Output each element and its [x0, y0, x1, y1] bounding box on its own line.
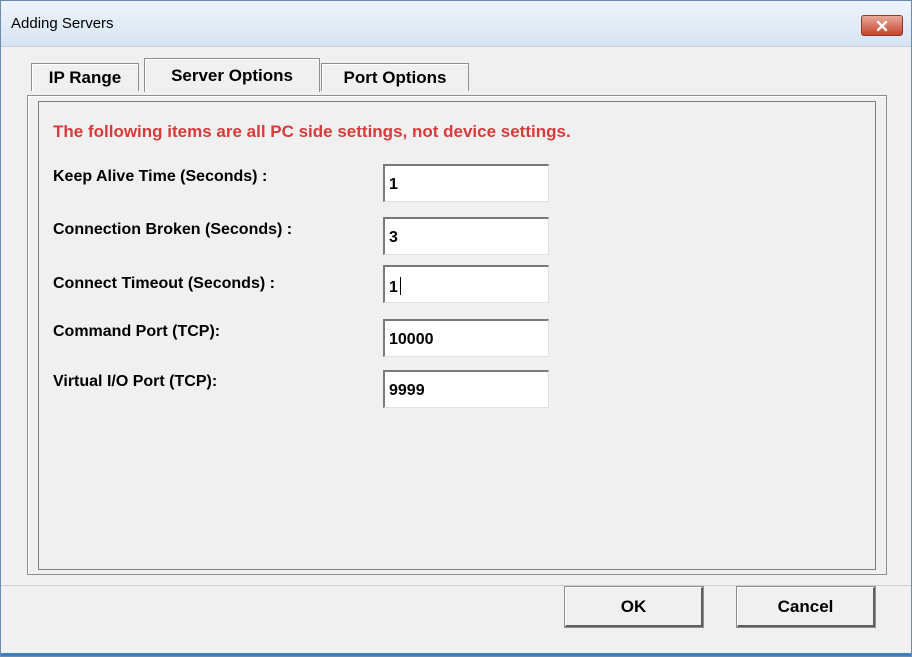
connect-timeout-label: Connect Timeout (Seconds) :: [53, 275, 275, 292]
virtual-io-port-input[interactable]: 9999: [383, 370, 549, 408]
cancel-button[interactable]: Cancel: [736, 586, 876, 628]
command-port-input[interactable]: 10000: [383, 319, 549, 357]
field-value: 3: [389, 229, 398, 246]
keep-alive-label: Keep Alive Time (Seconds) :: [53, 168, 268, 185]
pc-side-notice: The following items are all PC side sett…: [53, 122, 571, 141]
adding-servers-dialog: Adding Servers IP Range Server Options P…: [0, 0, 912, 657]
connect-timeout-input[interactable]: 1: [383, 265, 549, 303]
field-value: 9999: [389, 382, 425, 399]
close-icon: [875, 20, 889, 32]
ok-button[interactable]: OK: [564, 586, 704, 628]
ok-label: OK: [620, 596, 647, 616]
text-caret: [399, 277, 401, 295]
connection-broken-input[interactable]: 3: [383, 217, 549, 255]
tab-label: IP Range: [48, 67, 122, 87]
button-separator: [1, 585, 911, 586]
tab-ip-range[interactable]: IP Range: [31, 63, 139, 91]
keep-alive-input[interactable]: 1: [383, 164, 549, 202]
tab-server-options[interactable]: Server Options: [144, 58, 320, 92]
tab-port-options[interactable]: Port Options: [321, 63, 469, 91]
cancel-label: Cancel: [777, 596, 834, 616]
field-value: 1: [389, 176, 398, 193]
virtual-io-port-label: Virtual I/O Port (TCP):: [53, 373, 218, 390]
field-value: 1: [389, 279, 398, 296]
command-port-label: Command Port (TCP):: [53, 323, 221, 340]
title-bar: Adding Servers: [1, 1, 911, 47]
connection-broken-label: Connection Broken (Seconds) :: [53, 221, 293, 238]
tab-label: Server Options: [171, 65, 293, 85]
close-button[interactable]: [861, 15, 903, 36]
window-bottom-edge: [1, 653, 911, 656]
field-value: 10000: [389, 331, 434, 348]
window-title: Adding Servers: [11, 15, 114, 32]
tab-label: Port Options: [343, 67, 447, 87]
